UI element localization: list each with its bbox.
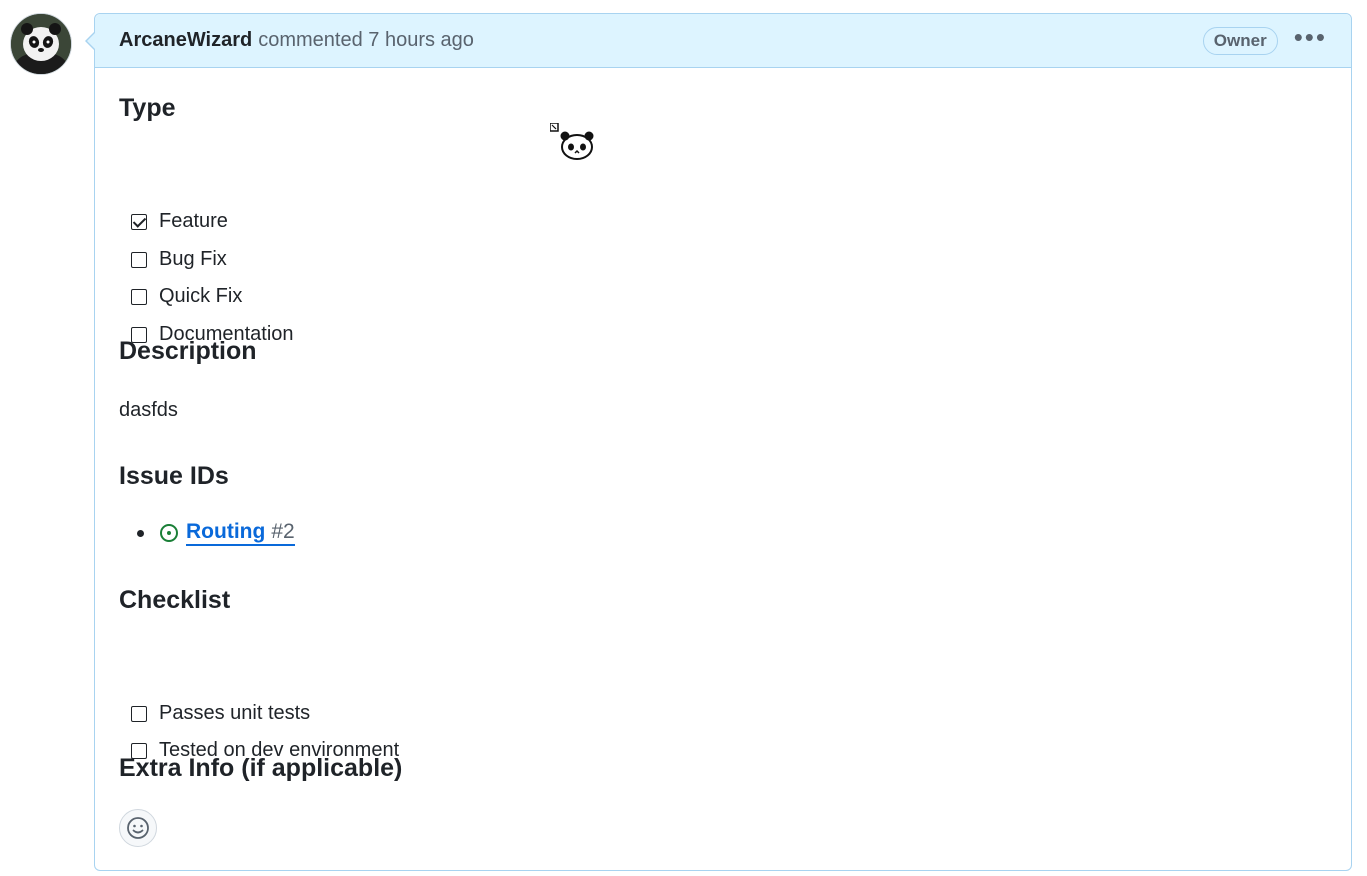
- header-actions: Owner •••: [1202, 24, 1327, 58]
- task-label: Quick Fix: [159, 285, 243, 307]
- checkbox-checked[interactable]: [131, 213, 147, 230]
- list-item: Routing #2: [137, 520, 295, 546]
- heading-description: Description: [119, 337, 257, 365]
- issue-title: Routing: [186, 520, 266, 543]
- comment-meta: commented 7 hours ago: [258, 29, 474, 52]
- comment-action: commented: [258, 29, 363, 51]
- checkbox[interactable]: [131, 288, 147, 305]
- panda-cursor-icon: [549, 122, 596, 168]
- comment-time[interactable]: 7 hours ago: [368, 29, 474, 51]
- header-pointer: [85, 31, 96, 51]
- task-label: Bug Fix: [159, 248, 227, 270]
- comment-box: ArcaneWizard commented 7 hours ago Owner…: [85, 13, 1352, 871]
- issue-number: #2: [271, 520, 295, 543]
- comment-header: ArcaneWizard commented 7 hours ago Owner…: [85, 14, 1351, 68]
- task-quick-fix[interactable]: Quick Fix: [131, 285, 242, 308]
- description-text: dasfds: [119, 399, 178, 421]
- heading-checklist: Checklist: [119, 586, 231, 614]
- heading-issue-ids: Issue IDs: [119, 462, 229, 490]
- task-feature[interactable]: Feature: [131, 210, 228, 233]
- task-label: Passes unit tests: [159, 702, 311, 724]
- add-reaction-button[interactable]: [119, 809, 157, 847]
- avatar[interactable]: [10, 13, 72, 75]
- kebab-horizontal-icon[interactable]: •••: [1294, 24, 1327, 58]
- checkbox[interactable]: [131, 251, 147, 268]
- bullet: [137, 529, 144, 537]
- owner-badge: Owner: [1202, 26, 1278, 55]
- page: ArcaneWizard commented 7 hours ago Owner…: [0, 0, 1367, 876]
- heading-type: Type: [119, 94, 176, 122]
- smiley-icon: [127, 817, 149, 839]
- checkbox[interactable]: [131, 705, 147, 722]
- panda-avatar-icon: [11, 14, 71, 74]
- author-link[interactable]: ArcaneWizard: [119, 29, 252, 52]
- issue-link[interactable]: Routing #2: [186, 520, 295, 546]
- heading-extra-info: Extra Info (if applicable): [119, 754, 403, 782]
- task-bug-fix[interactable]: Bug Fix: [131, 248, 227, 271]
- task-passes-unit-tests[interactable]: Passes unit tests: [131, 702, 310, 725]
- issue-opened-icon: [160, 524, 178, 542]
- task-label: Feature: [159, 210, 228, 232]
